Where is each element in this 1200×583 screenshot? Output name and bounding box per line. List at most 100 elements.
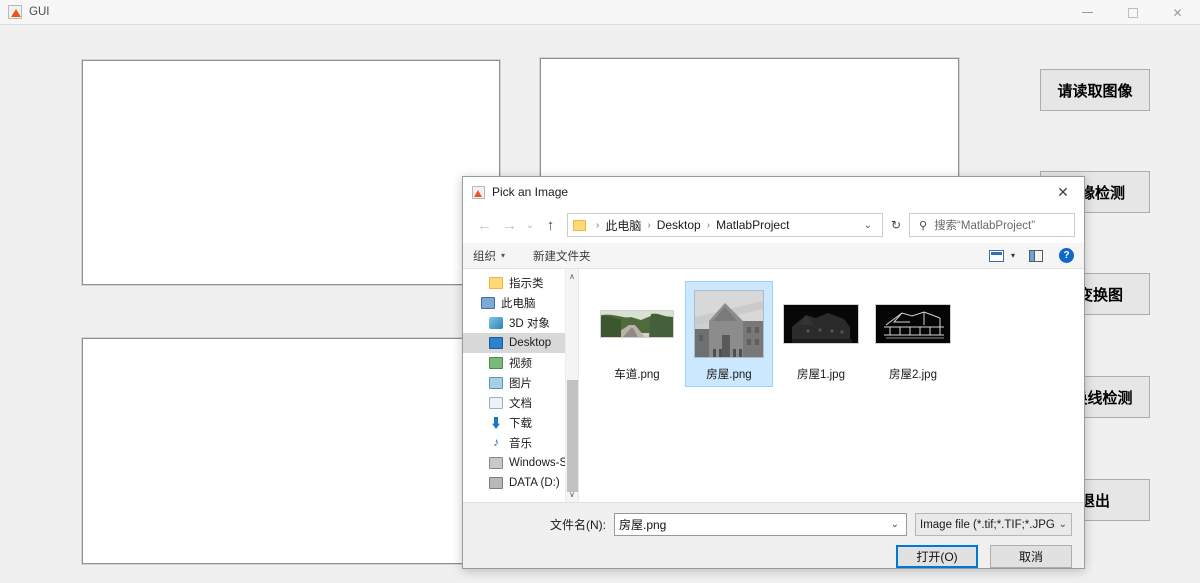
sidebar-item-desktop[interactable]: Desktop [463, 333, 578, 353]
breadcrumb-desktop[interactable]: Desktop [657, 218, 701, 232]
search-icon: ⚲ [919, 219, 928, 232]
pc-icon [481, 297, 495, 309]
gui-titlebar: GUI ✕ [0, 0, 1200, 25]
sidebar-item-label: 此电脑 [501, 298, 536, 310]
desktop-icon [489, 337, 503, 349]
sidebar-item-music[interactable]: ♪ 音乐 [463, 433, 578, 453]
breadcrumb-separator: › [596, 219, 600, 231]
file-name: 房屋.png [706, 369, 752, 381]
chevron-down-icon[interactable]: ▾ [1011, 251, 1015, 260]
organize-label: 组织 [473, 250, 496, 263]
view-mode-icon[interactable] [988, 249, 1004, 262]
drive-icon [489, 477, 503, 489]
breadcrumb-this-pc[interactable]: 此电脑 [605, 217, 641, 234]
file-name: 车道.png [614, 369, 660, 381]
breadcrumb-separator: › [647, 219, 651, 231]
dialog-toolbar: 组织 ▾ 新建文件夹 ▾ ? [463, 243, 1084, 269]
breadcrumb-matlabproject[interactable]: MatlabProject [716, 218, 789, 232]
sidebar-item-label: 3D 对象 [509, 318, 550, 330]
sidebar-item-label: 文档 [509, 398, 532, 410]
cancel-button[interactable]: 取消 [990, 545, 1072, 568]
sidebar-item-label: 图片 [509, 378, 532, 390]
help-icon[interactable]: ? [1059, 248, 1074, 263]
file-name: 房屋1.jpg [797, 369, 845, 381]
dialog-body: 指示类 此电脑 3D 对象 Desktop 视频 图片 文档 下载 ♪ 音乐 W… [463, 269, 1084, 502]
dialog-titlebar: Pick an Image ✕ [463, 177, 1084, 207]
gui-title: GUI [29, 6, 50, 18]
file-type-select[interactable]: Image file (*.tif;*.TIF;*.JPG;*.jp ⌄ [915, 513, 1072, 536]
file-thumbnail [781, 287, 861, 361]
axes-original-image [82, 60, 500, 285]
drive-icon [489, 457, 503, 469]
axes-hough-image [82, 338, 500, 564]
back-button[interactable]: ← [472, 212, 497, 238]
filename-input[interactable]: 房屋.png ⌄ [614, 513, 907, 536]
organize-button[interactable]: 组织 ▾ [473, 248, 505, 264]
file-list: 车道.png 房屋.png 房屋1.jpg 房屋2.jpg [578, 269, 1084, 502]
file-type-value: Image file (*.tif;*.TIF;*.JPG;*.jp [920, 518, 1056, 531]
scrollbar-thumb[interactable] [566, 380, 578, 492]
file-picker-dialog: Pick an Image ✕ ← → ⌄ ↑ › 此电脑 › Desktop … [462, 176, 1085, 569]
sidebar-item-zhishilei[interactable]: 指示类 [463, 273, 578, 293]
new-folder-button[interactable]: 新建文件夹 [533, 248, 591, 264]
up-button[interactable]: ↑ [538, 212, 563, 238]
refresh-icon[interactable]: ↻ [883, 213, 909, 237]
sidebar-item-label: Desktop [509, 337, 552, 349]
scroll-up-icon[interactable]: ∧ [569, 269, 575, 284]
dialog-title: Pick an Image [492, 185, 569, 199]
sidebar-item-label: 指示类 [509, 278, 544, 290]
video-icon [489, 357, 503, 369]
sidebar-item-label: 下载 [509, 418, 532, 430]
file-thumbnail [689, 287, 769, 361]
music-icon: ♪ [493, 435, 499, 449]
sidebar-item-downloads[interactable]: 下载 [463, 413, 578, 433]
sidebar-item-label: DATA (D:) [509, 477, 560, 489]
scrollbar-track[interactable] [566, 284, 579, 492]
file-item[interactable]: 房屋1.jpg [777, 281, 865, 387]
dialog-footer: 文件名(N): 房屋.png ⌄ Image file (*.tif;*.TIF… [463, 502, 1084, 568]
forward-button[interactable]: → [497, 212, 522, 238]
file-thumbnail [597, 287, 677, 361]
chevron-down-icon[interactable]: ⌄ [891, 519, 902, 530]
sidebar-item-documents[interactable]: 文档 [463, 393, 578, 413]
sidebar-item-this-pc[interactable]: 此电脑 [463, 293, 578, 313]
sidebar-item-label: 视频 [509, 358, 532, 370]
read-image-button[interactable]: 请读取图像 [1040, 69, 1150, 111]
window-controls: ✕ [1065, 0, 1200, 25]
sidebar-item-windows-ssd[interactable]: Windows-SSD [463, 453, 578, 473]
breadcrumb-separator: › [706, 219, 711, 231]
close-icon[interactable]: ✕ [1042, 177, 1084, 207]
matlab-icon [472, 185, 485, 199]
address-bar[interactable]: › 此电脑 › Desktop › MatlabProject ⌄ [567, 213, 883, 237]
search-input[interactable]: ⚲ 搜索“MatlabProject” [909, 213, 1075, 237]
file-item[interactable]: 车道.png [593, 281, 681, 387]
matlab-icon [8, 5, 22, 19]
document-icon [489, 397, 503, 409]
maximize-button[interactable] [1110, 0, 1155, 25]
sidebar-item-3d-objects[interactable]: 3D 对象 [463, 313, 578, 333]
folder-icon [573, 219, 586, 231]
chevron-down-icon[interactable]: ⌄ [1056, 519, 1067, 530]
sidebar-item-pictures[interactable]: 图片 [463, 373, 578, 393]
sidebar-scrollbar[interactable]: ∧ ∨ [565, 269, 578, 502]
file-name: 房屋2.jpg [889, 369, 937, 381]
navigation-pane: 指示类 此电脑 3D 对象 Desktop 视频 图片 文档 下载 ♪ 音乐 W… [463, 269, 578, 502]
preview-pane-icon[interactable] [1029, 249, 1043, 262]
file-thumbnail [873, 287, 953, 361]
recent-locations-button[interactable]: ⌄ [522, 212, 538, 238]
search-placeholder: 搜索“MatlabProject” [934, 220, 1036, 232]
open-button[interactable]: 打开(O) [896, 545, 978, 568]
chevron-down-icon[interactable]: ⌄ [856, 220, 880, 231]
filename-value: 房屋.png [619, 518, 667, 532]
filename-label: 文件名(N): [550, 518, 606, 532]
dialog-navbar: ← → ⌄ ↑ › 此电脑 › Desktop › MatlabProject … [463, 207, 1084, 243]
file-item[interactable]: 房屋2.jpg [869, 281, 957, 387]
chevron-down-icon: ▾ [501, 251, 506, 260]
file-item[interactable]: 房屋.png [685, 281, 773, 387]
sidebar-item-data-d[interactable]: DATA (D:) [463, 473, 578, 493]
sidebar-item-videos[interactable]: 视频 [463, 353, 578, 373]
picture-icon [489, 377, 503, 389]
close-button[interactable]: ✕ [1155, 0, 1200, 25]
3d-icon [489, 317, 503, 329]
minimize-button[interactable] [1065, 0, 1110, 25]
